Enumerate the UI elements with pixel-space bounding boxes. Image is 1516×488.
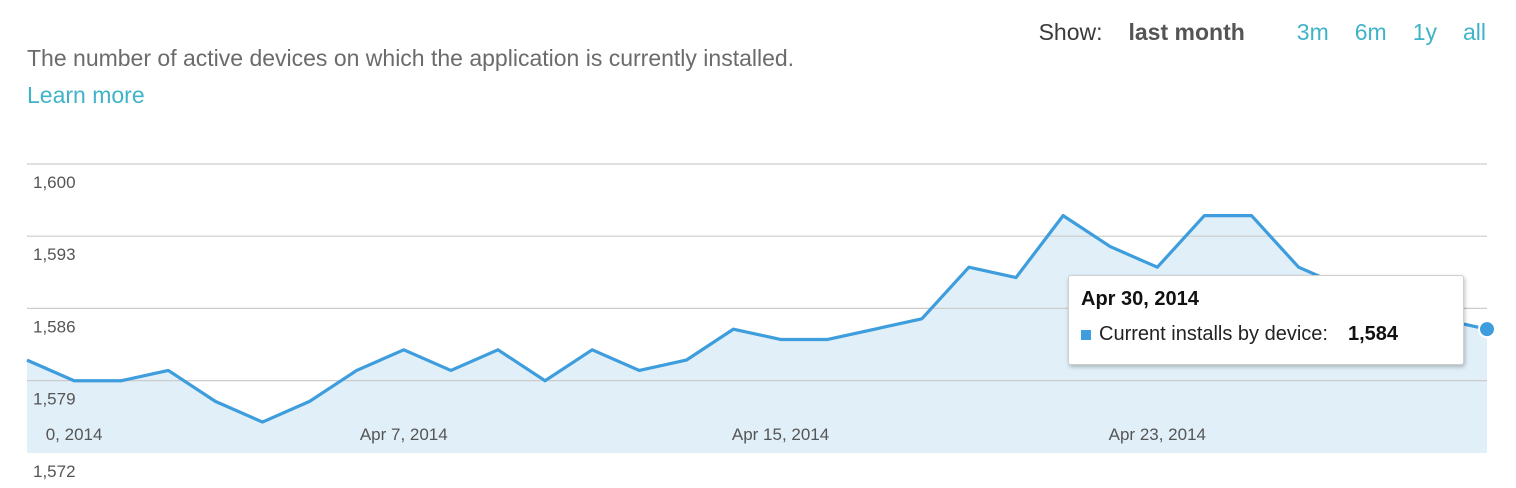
x-tick-label: 0, 2014: [46, 425, 103, 444]
y-tick-label: 1,600: [33, 173, 76, 192]
x-tick-label: Apr 7, 2014: [360, 425, 448, 444]
y-tick-label: 1,593: [33, 245, 76, 264]
series-swatch-icon: [1081, 329, 1091, 340]
y-tick-label: 1,586: [33, 317, 76, 336]
tooltip-series-label: Current installs by device:: [1099, 323, 1328, 345]
y-tick-label: 1,579: [33, 390, 76, 409]
y-tick-label: 1,572: [33, 462, 76, 481]
tooltip-row: Current installs by device: 1,584: [1081, 323, 1398, 346]
highlighted-point: [1478, 320, 1496, 339]
tooltip-value: 1,584: [1347, 323, 1399, 345]
installs-chart: 1,600 1,593 1,586 1,579 1,572 0, 2014 Apr 7, 2…: [26, 163, 1496, 481]
chart-tooltip: Apr 30, 2014 Current installs by device:…: [1068, 275, 1464, 365]
x-tick-label: Apr 15, 2014: [732, 425, 829, 444]
x-tick-label: Apr 23, 2014: [1109, 425, 1206, 444]
tooltip-date: Apr 30, 2014: [1081, 288, 1199, 310]
